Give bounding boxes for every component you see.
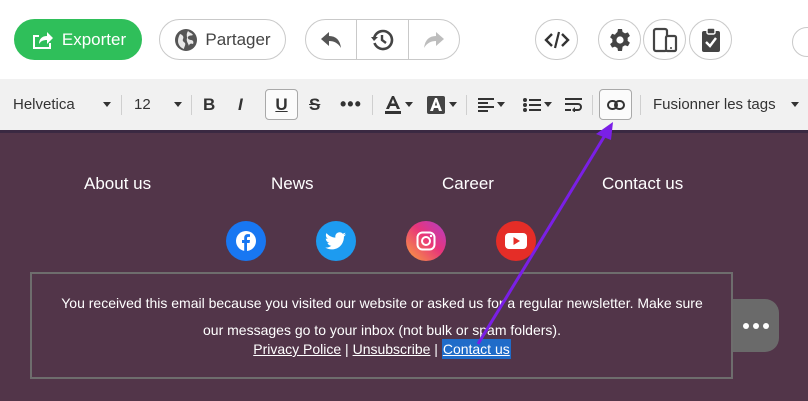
background-color-button[interactable]	[426, 79, 458, 130]
export-button[interactable]: Exporter	[14, 19, 142, 60]
twitter-icon	[325, 232, 346, 250]
highlight-color-icon	[427, 95, 445, 114]
youtube-icon	[505, 233, 527, 249]
top-toolbar: Exporter Partager	[0, 0, 808, 79]
font-size-value: 12	[134, 96, 151, 113]
insert-link-button[interactable]	[599, 89, 632, 120]
facebook-button[interactable]	[226, 221, 266, 261]
share-button[interactable]: Partager	[159, 19, 286, 60]
export-icon	[32, 31, 53, 49]
text-wrap-icon	[565, 97, 582, 112]
redo-button[interactable]	[407, 20, 459, 59]
history-button-group	[305, 19, 460, 60]
code-icon	[543, 31, 570, 48]
bold-button[interactable]: B	[203, 79, 221, 130]
italic-icon: I	[238, 94, 243, 114]
bullet-list-icon	[523, 97, 541, 112]
footer-link-contact[interactable]: Contact us	[602, 174, 683, 194]
history-button[interactable]	[356, 20, 407, 59]
privacy-policy-link[interactable]: Privacy Police	[253, 341, 341, 357]
line-height-button[interactable]	[565, 79, 583, 130]
block-options-button[interactable]	[733, 299, 779, 352]
checklist-button[interactable]	[689, 19, 732, 60]
device-preview-icon	[652, 27, 677, 52]
footer-link-news[interactable]: News	[271, 174, 314, 194]
merge-tags-label: Fusionner les tags	[653, 96, 776, 113]
chevron-down-icon	[791, 102, 799, 107]
device-preview-button[interactable]	[643, 19, 686, 60]
font-size-select[interactable]: 12	[134, 79, 182, 130]
footer-link-about[interactable]: About us	[84, 174, 151, 194]
youtube-button[interactable]	[496, 221, 536, 261]
merge-tags-select[interactable]: Fusionner les tags	[653, 79, 799, 130]
undo-icon	[321, 31, 342, 48]
divider	[592, 95, 593, 115]
underline-icon: U	[275, 94, 288, 114]
notice-line-1: You received this email because you visi…	[61, 295, 703, 311]
more-format-button[interactable]: •••	[340, 79, 364, 130]
chevron-down-icon	[449, 102, 457, 107]
notice-line-2: our messages go to your inbox (not bulk …	[203, 322, 561, 338]
text-color-button[interactable]	[384, 79, 414, 130]
divider	[372, 95, 373, 115]
chevron-down-icon	[405, 102, 413, 107]
settings-button[interactable]	[598, 19, 641, 60]
notice-paragraph: You received this email because you visi…	[32, 290, 732, 344]
share-label: Partager	[205, 29, 271, 49]
divider	[191, 95, 192, 115]
gear-icon	[609, 28, 630, 51]
facebook-icon	[236, 231, 256, 251]
link-separator: |	[345, 341, 349, 357]
link-separator: |	[434, 341, 438, 357]
align-button[interactable]	[478, 79, 508, 130]
align-left-icon	[478, 97, 494, 112]
history-icon	[371, 29, 394, 50]
chevron-down-icon	[174, 102, 182, 107]
link-icon	[606, 99, 625, 110]
footer-link-career[interactable]: Career	[442, 174, 494, 194]
italic-button[interactable]: I	[238, 79, 254, 130]
edge-action-button[interactable]	[792, 27, 808, 57]
divider	[640, 95, 641, 115]
unsubscribe-notice-block[interactable]: You received this email because you visi…	[30, 272, 733, 379]
undo-button[interactable]	[306, 20, 356, 59]
globe-icon	[175, 28, 198, 51]
strikethrough-button[interactable]: S	[309, 79, 327, 130]
more-dots-icon	[743, 322, 769, 329]
instagram-icon	[416, 231, 436, 251]
divider	[121, 95, 122, 115]
export-label: Exporter	[61, 29, 127, 49]
instagram-button[interactable]	[406, 221, 446, 261]
code-view-button[interactable]	[535, 19, 578, 60]
text-color-icon	[385, 95, 401, 114]
chevron-down-icon	[497, 102, 505, 107]
redo-icon	[423, 31, 444, 48]
notice-links-row: Privacy Police | Unsubscribe | Contact u…	[32, 339, 732, 359]
font-family-value: Helvetica	[13, 96, 75, 113]
unsubscribe-link[interactable]: Unsubscribe	[353, 341, 431, 357]
more-dots-icon: •••	[340, 94, 362, 114]
selected-text[interactable]: Contact us	[441, 339, 511, 359]
font-family-select[interactable]: Helvetica	[13, 79, 111, 130]
clipboard-check-icon	[701, 26, 720, 52]
divider	[466, 95, 467, 115]
twitter-button[interactable]	[316, 221, 356, 261]
strikethrough-icon: S	[309, 94, 321, 114]
list-button[interactable]	[523, 79, 553, 130]
underline-button[interactable]: U	[265, 89, 298, 120]
bold-icon: B	[203, 94, 216, 114]
contact-us-link[interactable]: Contact us	[443, 341, 510, 357]
chevron-down-icon	[544, 102, 552, 107]
format-toolbar: Helvetica 12 B I U S ••• Fusionner les t…	[0, 79, 808, 133]
chevron-down-icon	[103, 102, 111, 107]
